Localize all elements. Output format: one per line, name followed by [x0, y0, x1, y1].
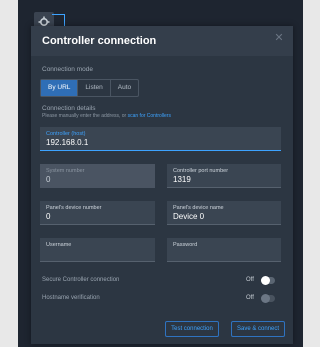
- close-icon[interactable]: ✕: [273, 32, 285, 44]
- connection-mode-label: Connection mode: [42, 66, 93, 73]
- controller-port-value: 1319: [173, 175, 191, 184]
- controller-port-field[interactable]: Controller port number 1319: [167, 164, 281, 188]
- mode-option-listen[interactable]: Listen: [78, 80, 111, 96]
- mode-option-auto[interactable]: Auto: [111, 80, 138, 96]
- controller-port-label: Controller port number: [173, 168, 229, 174]
- hostname-verification-toggle[interactable]: [261, 294, 275, 303]
- toggle-knob: [261, 276, 270, 285]
- username-field[interactable]: Username: [40, 238, 155, 262]
- username-label: Username: [46, 242, 72, 248]
- controller-host-label: Controller (host): [46, 131, 86, 137]
- controller-host-field[interactable]: Controller (host) 192.168.0.1: [40, 127, 281, 151]
- system-number-label: System number: [46, 168, 85, 174]
- panel-device-number-field[interactable]: Panel's device number 0: [40, 201, 155, 225]
- system-number-value: 0: [46, 175, 51, 184]
- secure-connection-row: Secure Controller connection Off: [42, 275, 282, 287]
- secure-connection-state: Off: [246, 277, 254, 283]
- hostname-verification-row: Hostname verification Off: [42, 293, 282, 305]
- mode-option-by-url[interactable]: By URL: [41, 80, 79, 96]
- connection-mode-selector: By URL Listen Auto: [40, 79, 140, 97]
- password-field[interactable]: Password: [167, 238, 281, 262]
- save-connect-button[interactable]: Save & connect: [231, 321, 285, 337]
- hint-text: Please manually enter the address, or: [42, 113, 127, 119]
- dialog-title: Controller connection: [42, 35, 157, 47]
- panel-device-name-value: Device 0: [173, 212, 205, 221]
- test-connection-button[interactable]: Test connection: [165, 321, 219, 337]
- panel-device-number-value: 0: [46, 212, 51, 221]
- password-label: Password: [173, 242, 198, 248]
- secure-connection-toggle[interactable]: [261, 276, 275, 285]
- panel-device-name-field[interactable]: Panel's device name Device 0: [167, 201, 281, 225]
- connection-details-hint: Please manually enter the address, or sc…: [42, 113, 171, 119]
- scan-controllers-link[interactable]: scan for Controllers: [128, 113, 171, 119]
- controller-connection-dialog: Controller connection ✕ Connection mode …: [31, 26, 293, 344]
- connection-details-label: Connection details: [42, 105, 96, 112]
- panel-device-name-label: Panel's device name: [173, 205, 224, 211]
- system-number-field: System number 0: [40, 164, 155, 188]
- panel-device-number-label: Panel's device number: [46, 205, 102, 211]
- controller-host-value: 192.168.0.1: [46, 138, 89, 147]
- toggle-knob: [261, 294, 270, 303]
- secure-connection-label: Secure Controller connection: [42, 277, 120, 283]
- dialog-header: Controller connection ✕: [31, 26, 293, 56]
- hostname-verification-label: Hostname verification: [42, 295, 100, 301]
- hostname-verification-state: Off: [246, 295, 254, 301]
